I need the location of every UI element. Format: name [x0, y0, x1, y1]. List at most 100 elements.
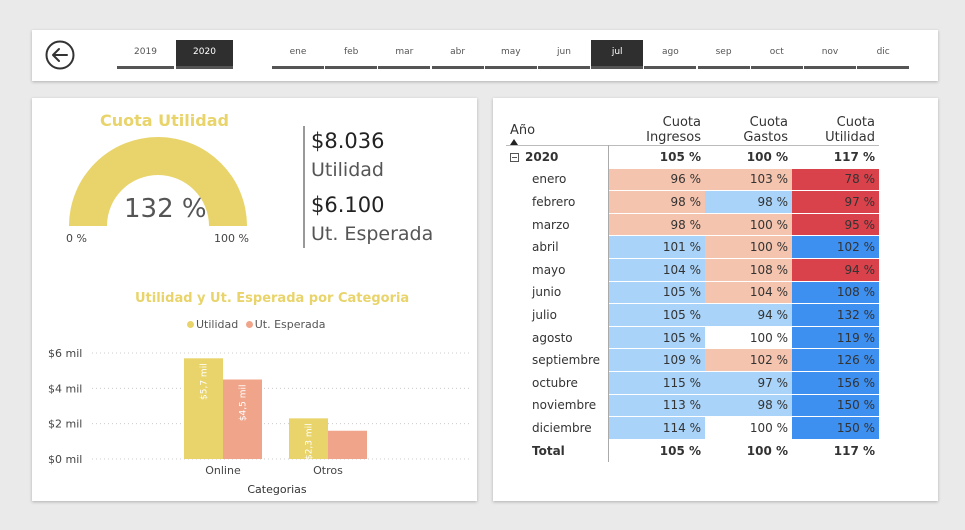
month-sep[interactable]: sep — [697, 40, 750, 69]
cell-ingresos: 101 % — [608, 235, 705, 259]
year-2020[interactable]: 2020 — [176, 40, 233, 69]
month-ene[interactable]: ene — [272, 40, 324, 69]
month-ago[interactable]: ago — [644, 40, 697, 69]
month-label: enero — [506, 168, 609, 191]
cell-ingresos: 109 % — [608, 348, 705, 372]
cell-utilidad: 97 % — [792, 190, 879, 214]
kpi-esperada-label: Ut. Esperada — [311, 223, 434, 245]
cell-gastos: 98 % — [705, 394, 792, 418]
month-label: junio — [506, 281, 609, 304]
matrix-row[interactable]: julio 105 % 94 % 132 % — [506, 303, 879, 327]
matrix-row[interactable]: septiembre 109 % 102 % 126 % — [506, 348, 879, 372]
month-jul[interactable]: jul — [591, 40, 644, 69]
header-cuota-gastos[interactable]: Cuota Gastos — [705, 115, 792, 146]
y-tick-label: $2 mil — [48, 418, 82, 431]
year-uti: 117 % — [792, 145, 879, 169]
month-may[interactable]: may — [484, 40, 537, 69]
cell-gastos: 100 % — [705, 213, 792, 237]
matrix-row[interactable]: mayo 104 % 108 % 94 % — [506, 258, 879, 282]
y-tick-label: $0 mil — [48, 453, 82, 466]
matrix-row[interactable]: agosto 105 % 100 % 119 % — [506, 326, 879, 350]
matrix-row[interactable]: junio 105 % 104 % 108 % — [506, 281, 879, 305]
month-label: diciembre — [506, 416, 609, 440]
cell-gastos: 108 % — [705, 258, 792, 282]
month-label: septiembre — [506, 348, 609, 372]
month-label: julio — [506, 303, 609, 327]
cell-utilidad: 119 % — [792, 326, 879, 350]
gauge-value: 132 % — [124, 194, 207, 224]
matrix-row[interactable]: octubre 115 % 97 % 156 % — [506, 371, 879, 395]
month-oct[interactable]: oct — [750, 40, 803, 69]
cell-ingresos: 98 % — [608, 190, 705, 214]
year-row-label[interactable]: 2020 — [506, 145, 609, 169]
cell-ingresos: 105 % — [608, 326, 705, 350]
month-abr[interactable]: abr — [431, 40, 484, 69]
gauge-max-label: 100 % — [214, 232, 249, 245]
matrix-row[interactable]: febrero 98 % 98 % 97 % — [506, 190, 879, 214]
y-tick-label: $6 mil — [48, 347, 82, 360]
matrix-row[interactable]: noviembre 113 % 98 % 150 % — [506, 394, 879, 418]
header-year[interactable]: Año — [506, 115, 608, 146]
matrix-row[interactable]: diciembre 114 % 100 % 150 % — [506, 416, 879, 440]
cell-ingresos: 113 % — [608, 394, 705, 418]
minus-box-icon[interactable] — [510, 153, 519, 163]
legend-esperada[interactable]: Ut. Esperada — [255, 318, 326, 331]
cell-ingresos: 98 % — [608, 213, 705, 237]
cell-utilidad: 126 % — [792, 348, 879, 372]
month-feb[interactable]: feb — [325, 40, 378, 69]
legend-swatch-esperada — [245, 321, 253, 328]
cell-utilidad: 94 % — [792, 258, 879, 282]
cell-gastos: 100 % — [705, 235, 792, 259]
month-label: abril — [506, 235, 609, 259]
matrix-year-row[interactable]: 2020 105 % 100 % 117 % — [506, 145, 879, 169]
arrow-left-circle-icon[interactable] — [44, 39, 76, 71]
quota-matrix: Año Cuota Ingresos Cuota Gastos Cuota Ut… — [506, 115, 879, 463]
kpi-utilidad-value: $8.036 — [311, 129, 385, 153]
month-nov[interactable]: nov — [804, 40, 856, 69]
total-label: Total — [506, 439, 609, 462]
month-label: mayo — [506, 258, 609, 282]
year-gas: 100 % — [705, 145, 792, 169]
cell-gastos: 94 % — [705, 303, 792, 327]
bar-ut-esperada-otros[interactable] — [328, 430, 367, 459]
utility-panel: Cuota Utilidad 132 % 0 % 100 % $8.036 Ut… — [32, 98, 477, 501]
month-mar[interactable]: mar — [378, 40, 431, 69]
bar-chart: $0 mil $2 mil $4 mil $6 mil $5,7 mil $4,5 mil… — [48, 347, 472, 496]
month-label: febrero — [506, 190, 609, 214]
matrix-header-row: Año Cuota Ingresos Cuota Gastos Cuota Ut… — [506, 115, 879, 146]
cell-ingresos: 104 % — [608, 258, 705, 282]
matrix-row[interactable]: marzo 98 % 100 % 95 % — [506, 213, 879, 237]
cell-gastos: 100 % — [705, 416, 792, 440]
legend-utilidad[interactable]: Utilidad — [196, 318, 238, 331]
x-category-label: Online — [205, 464, 241, 477]
legend-swatch-utilidad — [187, 321, 194, 328]
month-label: noviembre — [506, 394, 609, 417]
data-label: $4,5 mil — [239, 385, 249, 422]
year-ing: 105 % — [608, 145, 705, 169]
cell-ingresos: 114 % — [608, 416, 705, 440]
cell-gastos: 104 % — [705, 281, 792, 305]
filter-bar: 2019 2020 ene feb mar abr may jun jul ago sep oct n… — [32, 30, 938, 81]
cell-gastos: 102 % — [705, 348, 792, 372]
header-cuota-ingresos[interactable]: Cuota Ingresos — [608, 115, 705, 146]
year-2019[interactable]: 2019 — [117, 40, 174, 69]
matrix-panel: Año Cuota Ingresos Cuota Gastos Cuota Ut… — [493, 98, 938, 501]
gauge-title: Cuota Utilidad — [100, 111, 229, 130]
matrix-row[interactable]: enero 96 % 103 % 78 % — [506, 168, 879, 192]
cell-ingresos: 115 % — [608, 371, 705, 395]
year-label: 2020 — [525, 150, 559, 165]
matrix-total-row: Total 105 % 100 % 117 % — [506, 439, 879, 463]
cell-utilidad: 150 % — [792, 394, 879, 418]
cell-gastos: 103 % — [705, 168, 792, 192]
month-label: agosto — [506, 326, 609, 349]
cell-ingresos: 105 % — [608, 303, 705, 327]
header-cuota-utilidad[interactable]: Cuota Utilidad — [792, 115, 879, 146]
cell-utilidad: 132 % — [792, 303, 879, 327]
matrix-row[interactable]: abril 101 % 100 % 102 % — [506, 235, 879, 259]
data-label: $5,7 mil — [200, 363, 210, 400]
month-dic[interactable]: dic — [857, 40, 910, 69]
cell-utilidad: 156 % — [792, 371, 879, 395]
data-label: $2,3 mil — [305, 423, 315, 460]
cell-gastos: 97 % — [705, 371, 792, 395]
month-jun[interactable]: jun — [538, 40, 590, 69]
